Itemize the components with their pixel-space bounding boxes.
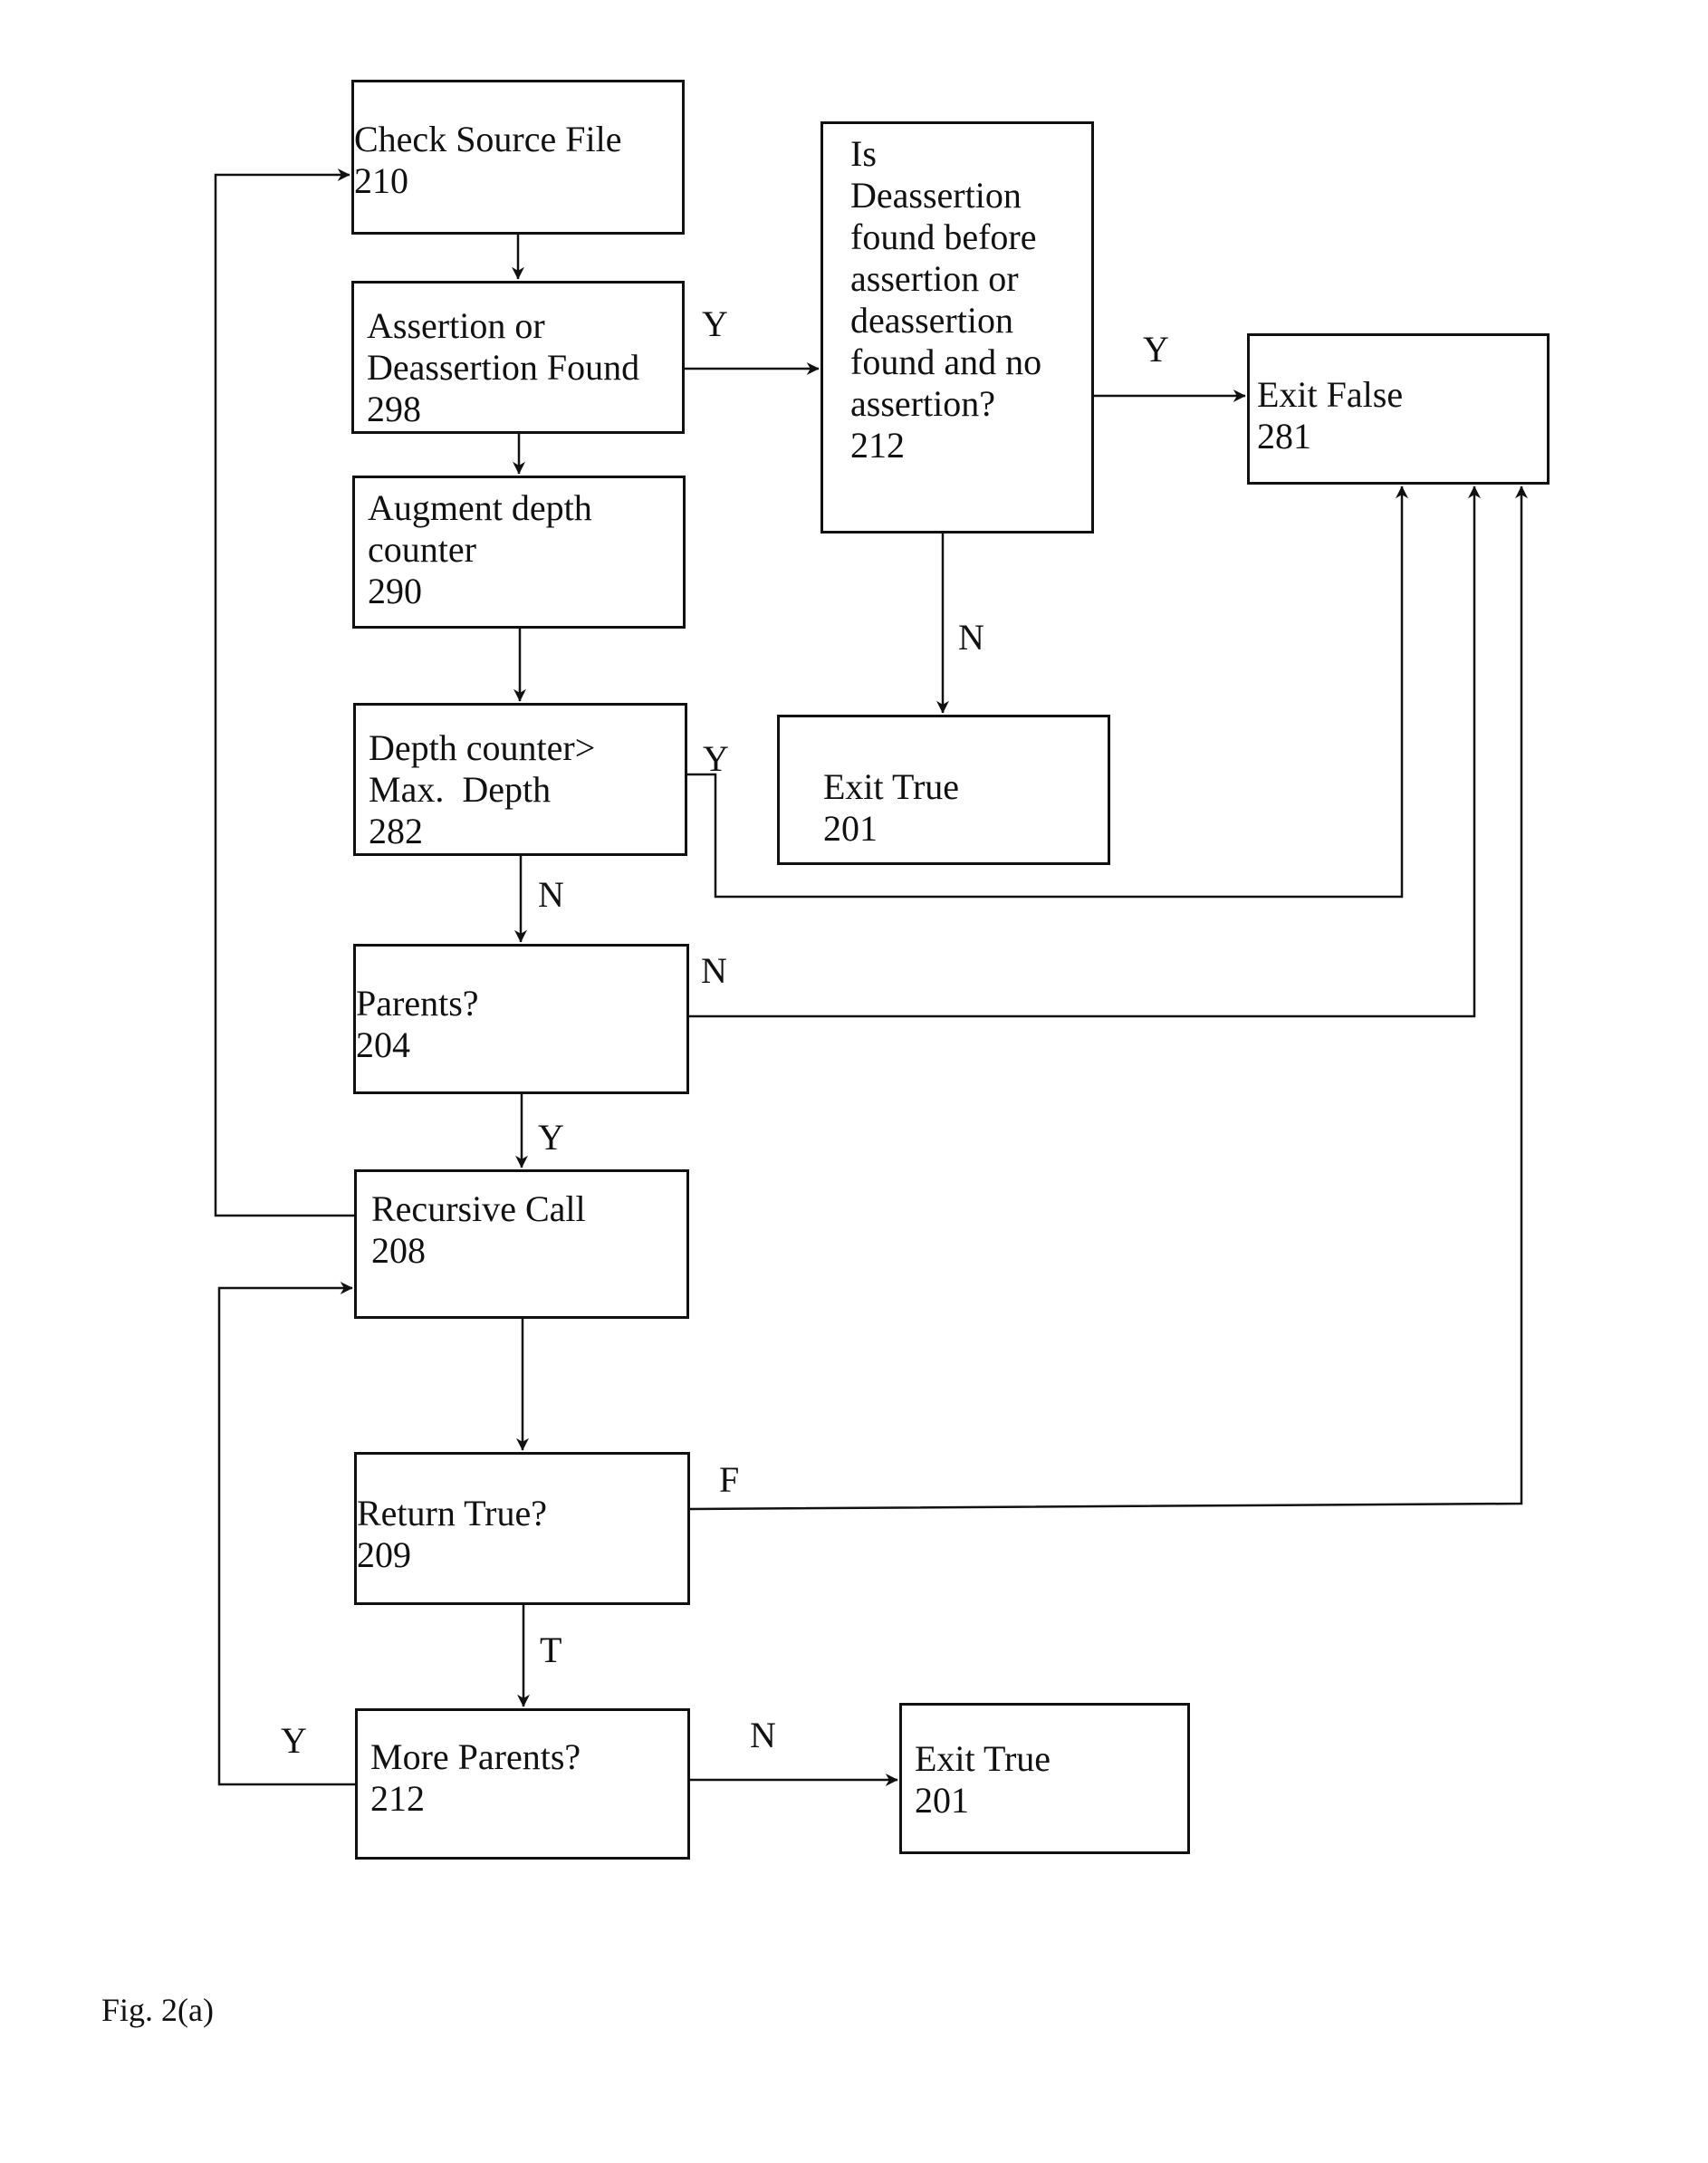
node-id: 201 [823,808,878,849]
node-recursive-call: Recursive Call 208 [354,1169,689,1319]
node-id: 212 [850,425,905,466]
edge-label-deassertion-no: N [958,617,984,658]
arrow-212-to-208 [217,1282,355,1786]
edge-label-parents-no: N [701,950,727,991]
node-return-true: Return True? 209 [354,1452,690,1605]
edge-label-more-parents-yes: Y [281,1720,307,1761]
edge-label-depth-yes: Y [703,738,729,779]
edge-label-assertion-yes: Y [702,303,728,344]
node-depth-check: Depth counter> Max. Depth 282 [353,703,687,856]
node-parents: Parents? 204 [353,944,689,1094]
arrow-208-to-210 [214,168,354,1217]
node-text: Depth counter> Max. Depth [369,727,596,810]
figure-caption: Fig. 2(a) [101,1992,214,2028]
node-exit-true-bottom: Exit True 201 [899,1703,1190,1854]
node-id: 281 [1257,416,1311,457]
node-text: Assertion or Deassertion Found [367,305,640,388]
node-id: 282 [369,811,423,851]
node-text: Exit True [823,766,960,807]
node-text: Recursive Call [371,1188,586,1229]
node-text: Return True? [357,1493,547,1533]
node-text: Exit False [1257,374,1404,415]
edge-label-deassertion-yes: Y [1143,329,1169,370]
node-id: 204 [356,1024,410,1065]
node-exit-false: Exit False 281 [1247,333,1550,485]
node-text: Check Source File [354,119,622,159]
edge-label-return-false: F [719,1459,740,1500]
node-id: 210 [354,160,408,201]
node-id: 290 [368,571,422,611]
node-deassertion-check: Is Deassertion found before assertion or… [820,121,1094,534]
node-id: 209 [357,1534,411,1575]
edge-label-depth-no: N [538,874,564,915]
node-text: Augment depth counter [368,487,592,570]
node-text: More Parents? [370,1736,581,1777]
edge-label-parents-yes: Y [538,1117,564,1158]
node-id: 212 [370,1778,425,1819]
node-text: Is Deassertion found before assertion or… [850,133,1042,424]
node-id: 298 [367,389,421,429]
edge-label-return-true: T [540,1629,562,1670]
node-exit-true-top: Exit True 201 [777,715,1110,865]
node-assertion-found: Assertion or Deassertion Found 298 [351,281,685,434]
node-text: Parents? [356,983,479,1024]
node-augment-depth-counter: Augment depth counter 290 [352,476,686,629]
node-text: Exit True [915,1738,1051,1779]
node-id: 201 [915,1780,969,1821]
node-check-source-file: Check Source File 210 [351,80,685,235]
arrow-209-to-exit-false [689,485,1528,1511]
node-more-parents: More Parents? 212 [355,1708,690,1860]
node-id: 208 [371,1230,426,1271]
edge-label-more-parents-no: N [750,1715,776,1755]
